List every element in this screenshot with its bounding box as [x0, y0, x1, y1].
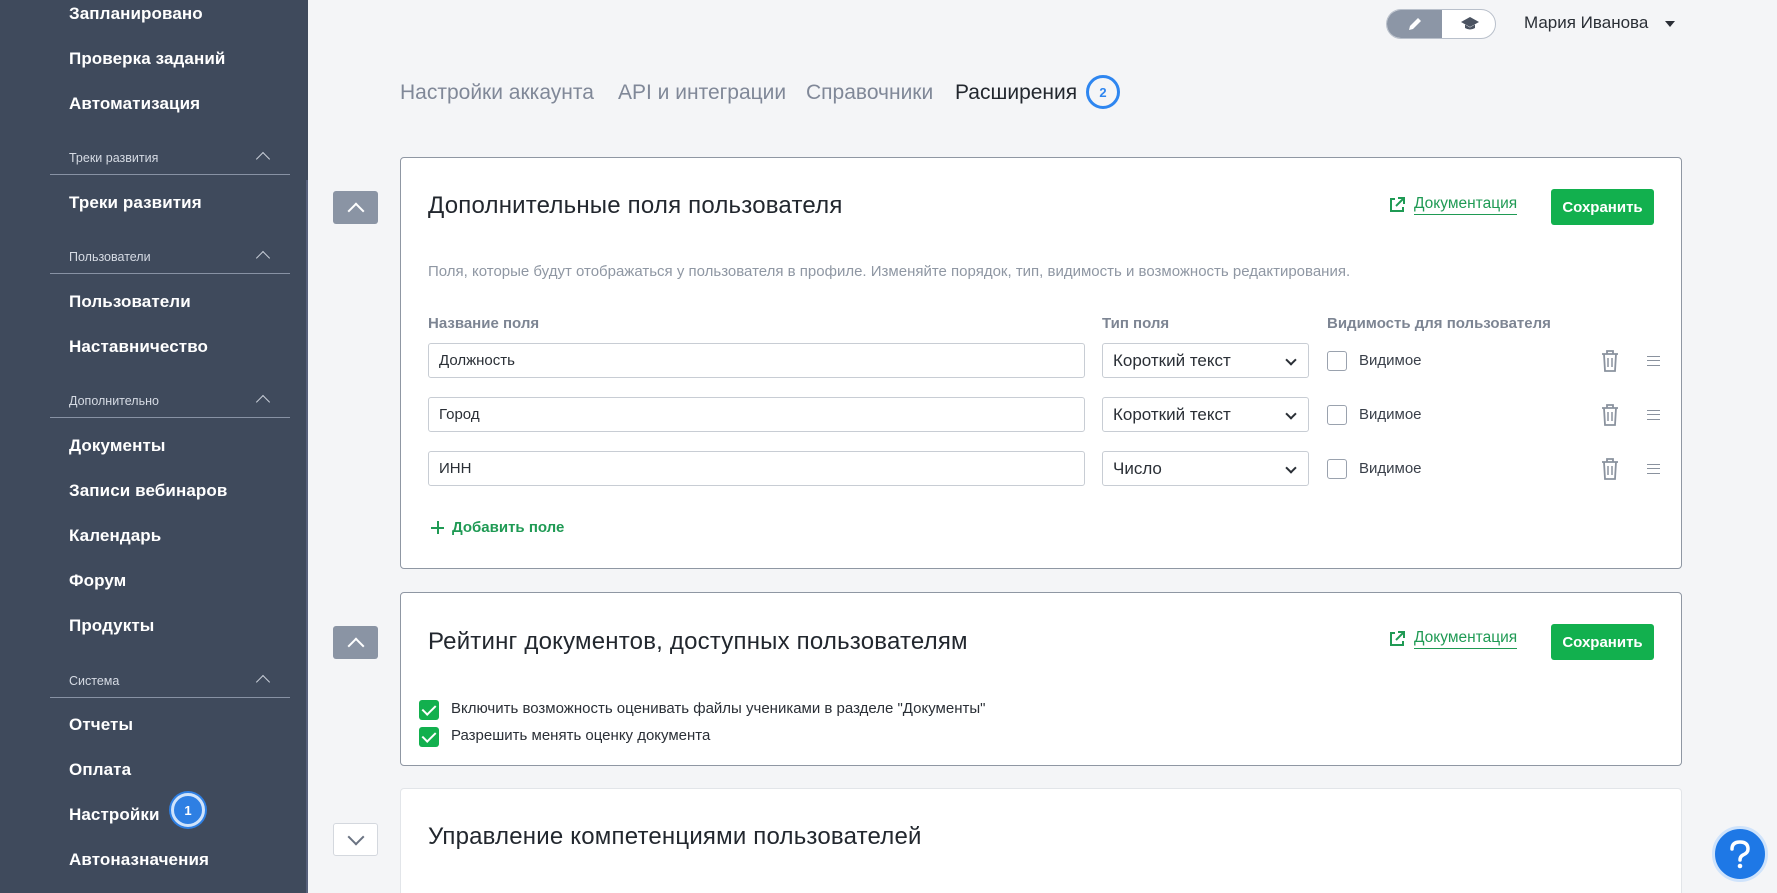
user-name[interactable]: Мария Иванова — [1524, 13, 1648, 33]
documentation-link-label: Документация — [1414, 629, 1518, 649]
column-header-visibility: Видимость для пользователя — [1327, 315, 1551, 332]
sidebar-item-task-review[interactable]: Проверка заданий — [69, 49, 225, 69]
sidebar-item-mentoring[interactable]: Наставничество — [69, 337, 208, 357]
rating-change-checkbox[interactable] — [419, 727, 439, 747]
visibility-label: Видимое — [1359, 406, 1422, 423]
section-label: Дополнительно — [69, 394, 159, 408]
card-title: Дополнительные поля пользователя — [428, 192, 843, 219]
sidebar: Запланировано Проверка заданий Автоматиз… — [0, 0, 308, 893]
field-name-input[interactable]: Город — [428, 397, 1085, 432]
documentation-link[interactable]: Документация — [1388, 629, 1518, 649]
document-rating-card: Рейтинг документов, доступных пользовате… — [400, 592, 1682, 766]
chevron-down-icon — [347, 828, 364, 845]
drag-handle-icon[interactable] — [1647, 410, 1660, 420]
chevron-up-icon — [347, 637, 364, 654]
visibility-checkbox[interactable] — [1327, 459, 1347, 479]
sidebar-item-settings[interactable]: Настройки — [69, 805, 160, 825]
field-type-value: Число — [1113, 458, 1162, 478]
field-name-input[interactable]: ИНН — [428, 451, 1085, 486]
sidebar-section-tracks[interactable]: Треки развития — [50, 149, 290, 175]
sidebar-section-system[interactable]: Система — [50, 672, 290, 698]
caret-down-icon[interactable] — [1665, 21, 1675, 27]
field-type-select[interactable]: Короткий текст — [1102, 343, 1309, 378]
settings-step-badge: 1 — [171, 793, 205, 827]
column-header-type: Тип поля — [1102, 315, 1170, 332]
user-fields-card: Дополнительные поля пользователя Докумен… — [400, 157, 1682, 569]
tab-account-settings[interactable]: Настройки аккаунта — [400, 81, 594, 105]
add-field-label: Добавить поле — [452, 519, 565, 536]
graduation-cap-icon — [1460, 17, 1479, 30]
sidebar-item-products[interactable]: Продукты — [69, 616, 154, 636]
chevron-up-icon[interactable] — [255, 674, 271, 690]
documentation-link-label: Документация — [1414, 195, 1518, 215]
tab-extensions[interactable]: Расширения — [955, 81, 1077, 105]
tab-directories[interactable]: Справочники — [806, 81, 933, 105]
sidebar-item-payment[interactable]: Оплата — [69, 760, 131, 780]
sidebar-item-automation[interactable]: Автоматизация — [69, 94, 200, 114]
chevron-up-icon[interactable] — [255, 250, 271, 266]
drag-handle-icon[interactable] — [1647, 464, 1660, 474]
pencil-icon — [1408, 18, 1421, 30]
column-header-name: Название поля — [428, 315, 540, 332]
help-button[interactable] — [1712, 826, 1768, 882]
trash-icon[interactable] — [1600, 457, 1620, 481]
plus-icon — [431, 521, 444, 534]
field-name-input[interactable]: Должность — [428, 343, 1085, 378]
sidebar-section-users[interactable]: Пользователи — [50, 248, 290, 274]
competencies-card: Управление компетенциями пользователей — [400, 788, 1682, 893]
rating-enable-label: Включить возможность оценивать файлы уче… — [451, 700, 986, 717]
sidebar-item-planned[interactable]: Запланировано — [69, 4, 203, 24]
card-description: Поля, которые будут отображаться у польз… — [428, 263, 1351, 280]
visibility-checkbox[interactable] — [1327, 405, 1347, 425]
external-link-icon — [1390, 197, 1405, 212]
rating-enable-checkbox[interactable] — [419, 700, 439, 720]
chevron-down-icon — [1285, 408, 1297, 420]
chevron-up-icon[interactable] — [255, 151, 271, 167]
trash-icon[interactable] — [1600, 403, 1620, 427]
mode-toggle[interactable] — [1386, 9, 1496, 39]
trash-icon[interactable] — [1600, 349, 1620, 373]
card-title: Рейтинг документов, доступных пользовате… — [428, 628, 968, 655]
chevron-up-icon[interactable] — [255, 394, 271, 410]
field-type-value: Короткий текст — [1113, 404, 1231, 424]
visibility-label: Видимое — [1359, 460, 1422, 477]
save-button[interactable]: Сохранить — [1551, 189, 1654, 225]
sidebar-item-auto-assign[interactable]: Автоназначения — [69, 850, 209, 870]
drag-handle-icon[interactable] — [1647, 356, 1660, 366]
sidebar-scrollbar[interactable] — [306, 180, 308, 893]
chevron-down-icon — [1285, 462, 1297, 474]
sidebar-item-calendar[interactable]: Календарь — [69, 526, 161, 546]
sidebar-item-webinars[interactable]: Записи вебинаров — [69, 481, 227, 501]
tab-step-badge: 2 — [1086, 75, 1120, 109]
collapse-card2-button[interactable] — [333, 626, 378, 659]
collapse-card1-button[interactable] — [333, 191, 378, 224]
sidebar-item-users[interactable]: Пользователи — [69, 292, 191, 312]
add-field-button[interactable]: Добавить поле — [431, 519, 564, 536]
section-label: Пользователи — [69, 250, 151, 264]
rating-change-label: Разрешить менять оценку документа — [451, 727, 711, 744]
field-type-select[interactable]: Короткий текст — [1102, 397, 1309, 432]
sidebar-item-forum[interactable]: Форум — [69, 571, 126, 591]
section-label: Треки развития — [69, 151, 159, 165]
chevron-up-icon — [347, 202, 364, 219]
sidebar-item-documents[interactable]: Документы — [69, 436, 165, 456]
card-title: Управление компетенциями пользователей — [428, 823, 922, 850]
tab-api-integrations[interactable]: API и интеграции — [618, 81, 786, 105]
question-icon — [1730, 840, 1750, 869]
field-type-value: Короткий текст — [1113, 350, 1231, 370]
documentation-link[interactable]: Документация — [1388, 195, 1518, 215]
expand-card3-button[interactable] — [333, 823, 378, 856]
sidebar-item-tracks[interactable]: Треки развития — [69, 193, 202, 213]
field-type-select[interactable]: Число — [1102, 451, 1309, 486]
visibility-label: Видимое — [1359, 352, 1422, 369]
sidebar-section-additional[interactable]: Дополнительно — [50, 392, 290, 418]
save-button[interactable]: Сохранить — [1551, 624, 1654, 660]
visibility-checkbox[interactable] — [1327, 351, 1347, 371]
edit-mode-button[interactable] — [1387, 10, 1442, 38]
section-label: Система — [69, 674, 120, 688]
chevron-down-icon — [1285, 354, 1297, 366]
external-link-icon — [1390, 631, 1405, 646]
sidebar-item-reports[interactable]: Отчеты — [69, 715, 133, 735]
learn-mode-button[interactable] — [1442, 10, 1495, 38]
